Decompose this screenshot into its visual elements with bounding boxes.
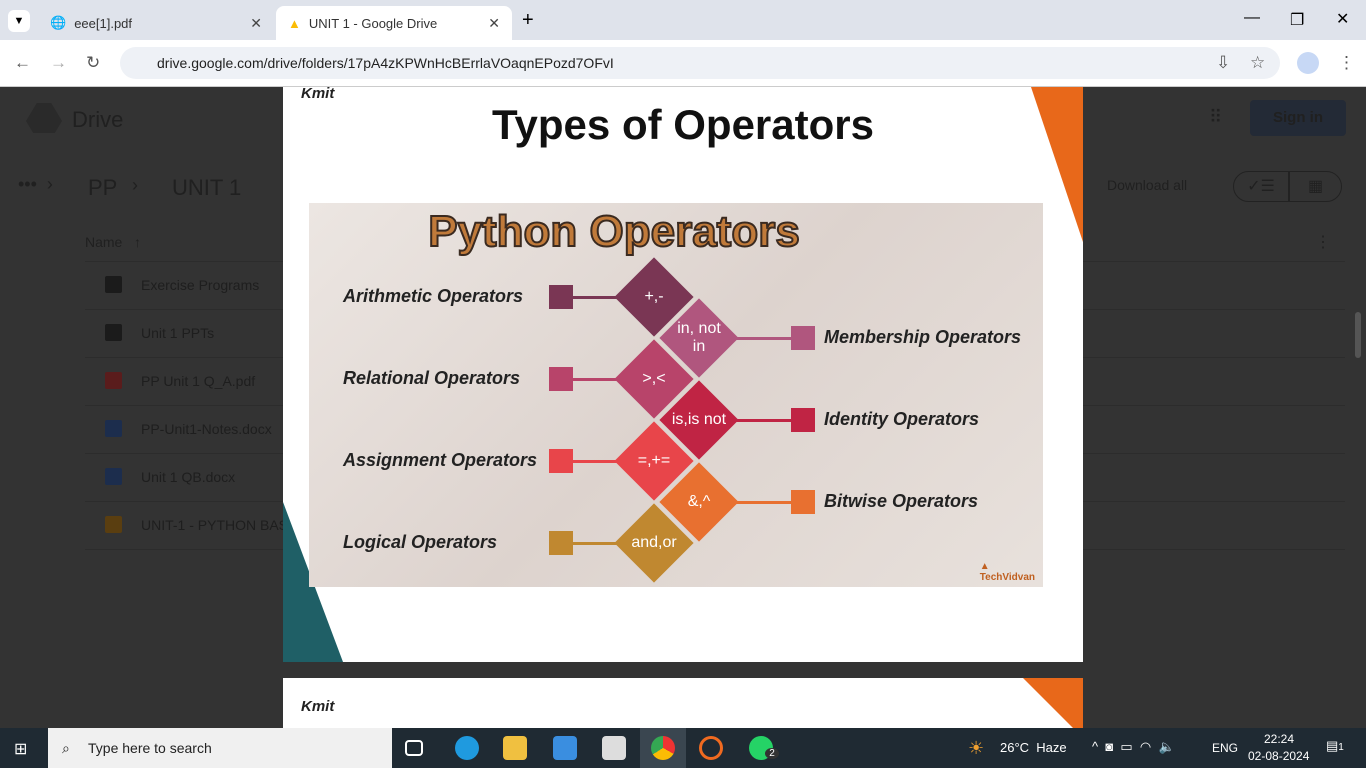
weather-icon: ☀ [968,738,985,758]
clock-time[interactable]: 22:24 [1264,732,1294,746]
slide-title: Types of Operators [492,101,874,148]
shared-folder-icon [105,276,122,293]
more-icon[interactable]: ⋮ [1315,232,1331,252]
tray-icons[interactable]: ^ ◙ ▭ ◠ 🔈 [1092,739,1175,755]
globe-icon: 🌐 [50,15,67,30]
operator-marker [549,449,573,473]
operator-symbol: +,- [644,288,664,305]
drive-icon: ▲ [288,15,301,31]
reload-button[interactable]: ↻ [86,53,100,73]
pdf-icon [105,372,122,389]
install-icon[interactable]: ⇩ [1216,53,1230,73]
list-view-toggle[interactable]: ✓☰ [1233,171,1289,202]
sign-in-button[interactable]: Sign in [1250,100,1346,136]
operator-marker [549,367,573,391]
operator-label: Membership Operators [824,327,1022,347]
language[interactable]: ENG [1212,741,1238,755]
tab-bar: ▼ 🌐 eee[1].pdf ✕ ▲ UNIT 1 - Google Drive ✕ +… [0,0,1366,40]
download-all-button[interactable]: Download all [1107,177,1187,193]
slide-logo: Kmit [301,87,335,102]
clock-date[interactable]: 02-08-2024 [1248,749,1309,763]
operator-symbol: is,is not [671,411,727,428]
menu-icon[interactable]: ⋮ [1338,53,1355,73]
operator-label: Arithmetic Operators [343,286,524,306]
edge-icon[interactable] [455,736,479,760]
docx-icon [105,468,122,485]
scrollbar[interactable] [1355,312,1361,358]
tab-drive[interactable]: ▲ UNIT 1 - Google Drive ✕ [276,6,512,40]
name-column-header[interactable]: Name ↑ [85,234,141,250]
chrome-icon[interactable] [651,736,675,760]
operator-label: Logical Operators [343,532,498,552]
star-icon[interactable]: ☆ [1250,53,1265,73]
back-button[interactable]: ← [14,53,31,73]
profile-icon[interactable] [1297,52,1319,74]
forward-button[interactable]: → [50,53,67,73]
operator-symbol: >,< [642,370,666,387]
close-icon[interactable]: ✕ [488,15,500,32]
operator-symbol: and,or [631,534,677,551]
app-icon[interactable] [699,736,723,760]
drive-logo: Drive [72,107,124,132]
operator-marker [549,285,573,309]
operator-symbol: &,^ [687,493,711,510]
tab-list-button[interactable]: ▼ [8,10,30,32]
minimize-button[interactable]: — [1244,9,1260,27]
operator-label: Identity Operators [824,409,980,429]
pptx-icon [105,516,122,533]
drive-logo-icon [26,103,62,133]
address-bar: ← → ↻ drive.google.com/drive/folders/17p… [0,40,1366,87]
operator-marker [791,490,815,514]
operator-symbol: =,+= [637,452,671,469]
taskbar-search[interactable]: ⌕ Type here to search [48,728,392,768]
task-view-icon[interactable] [405,740,423,756]
store-icon[interactable] [553,736,577,760]
slide-types-of-operators: Kmit Types of Operators Python Operators… [283,87,1083,662]
operator-marker [791,326,815,350]
operator-marker [549,531,573,555]
techvidvan-logo: ▲ TechVidvan [979,561,1035,583]
operator-label: Relational Operators [343,368,521,388]
close-icon[interactable]: ✕ [250,15,262,32]
breadcrumb-pp[interactable]: PP [88,175,117,201]
breadcrumb-more[interactable]: ••• › [18,174,53,195]
close-window-button[interactable]: ✕ [1336,9,1349,29]
apps-icon[interactable]: ⠿ [1209,107,1222,128]
search-icon: ⌕ [62,740,70,756]
url-input[interactable]: drive.google.com/drive/folders/17pA4zKPW… [120,47,1280,79]
restore-button[interactable]: ❐ [1290,10,1304,30]
taskbar: ⊞ ⌕ Type here to search 2 ☀ 26°C Haze ^ ◙… [0,728,1366,768]
whatsapp-icon[interactable]: 2 [749,736,779,760]
shared-folder-icon [105,324,122,341]
python-operators-image: Python Operators ▲ TechVidvan Arithmetic … [309,203,1043,587]
start-button[interactable]: ⊞ [14,739,27,759]
image-title: Python Operators [427,206,801,257]
grid-view-toggle[interactable]: ▦ [1289,171,1342,202]
weather[interactable]: 26°C Haze [1000,740,1067,755]
operator-label: Assignment Operators [343,450,538,470]
file-explorer-icon[interactable] [503,736,527,760]
operator-symbol: in, not in [677,320,721,355]
mail-icon[interactable] [602,736,626,760]
breadcrumb-unit1: UNIT 1 [172,175,242,200]
slide-logo: Kmit [301,698,335,715]
notification-icon[interactable]: ▤1 [1326,738,1344,754]
docx-icon [105,420,122,437]
operator-label: Bitwise Operators [824,491,979,511]
operator-marker [791,408,815,432]
new-tab-button[interactable]: + [522,9,534,32]
tab-pdf[interactable]: 🌐 eee[1].pdf ✕ [38,6,274,40]
